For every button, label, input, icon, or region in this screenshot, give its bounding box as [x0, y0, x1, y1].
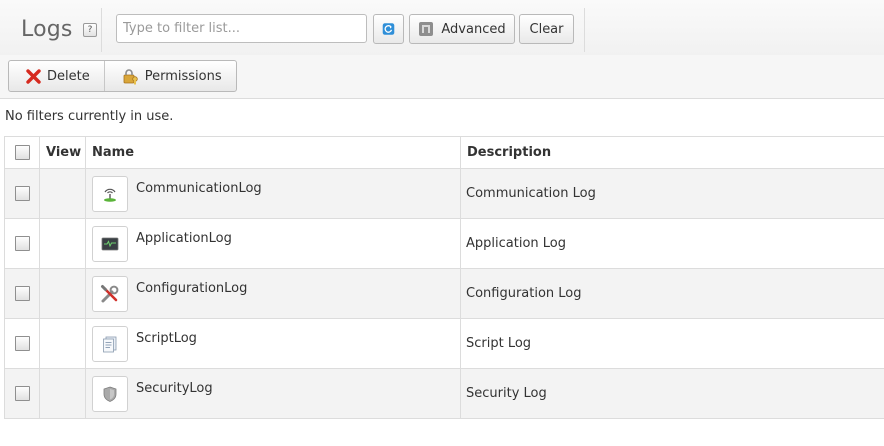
script-icon	[92, 325, 128, 362]
table-row[interactable]: ConfigurationLog Configuration Log	[4, 268, 884, 319]
log-description: Communication Log	[466, 186, 596, 201]
logs-table: View Name Description CommunicationLog C…	[4, 136, 884, 419]
table-row[interactable]: ScriptLog Script Log	[4, 318, 884, 369]
topbar-divider	[584, 8, 585, 52]
select-all-header	[4, 136, 40, 169]
view-cell[interactable]	[39, 218, 86, 269]
row-checkbox[interactable]	[14, 236, 30, 251]
log-name[interactable]: ApplicationLog	[136, 231, 232, 246]
delete-button[interactable]: Delete	[9, 61, 104, 91]
monitor-icon	[92, 225, 128, 262]
title-area: Logs ?	[5, 8, 102, 52]
row-select-cell	[4, 318, 40, 369]
permissions-button[interactable]: Permissions	[103, 61, 236, 91]
permissions-label: Permissions	[144, 68, 222, 84]
view-cell[interactable]	[39, 318, 86, 369]
row-select-cell	[4, 168, 40, 219]
row-select-cell	[4, 268, 40, 319]
description-cell: Security Log	[460, 368, 884, 419]
description-cell: Script Log	[460, 318, 884, 369]
table-row[interactable]: ApplicationLog Application Log	[4, 218, 884, 269]
advanced-button[interactable]: Advanced	[409, 14, 515, 44]
refresh-button[interactable]	[373, 14, 404, 44]
filter-input[interactable]	[116, 14, 367, 43]
top-bar: Logs ? Advanced Clear	[0, 0, 884, 56]
log-name[interactable]: ConfigurationLog	[136, 281, 247, 296]
log-name[interactable]: SecurityLog	[136, 381, 213, 396]
view-cell[interactable]	[39, 168, 86, 219]
row-select-cell	[4, 368, 40, 419]
action-toolbar: Delete Permissions	[0, 55, 884, 99]
view-cell[interactable]	[39, 368, 86, 419]
clear-label: Clear	[529, 21, 564, 37]
log-description: Security Log	[466, 386, 547, 401]
clear-button[interactable]: Clear	[519, 14, 574, 44]
row-checkbox[interactable]	[14, 286, 30, 301]
advanced-label: Advanced	[441, 21, 506, 37]
row-select-cell	[4, 218, 40, 269]
view-cell[interactable]	[39, 268, 86, 319]
log-name[interactable]: CommunicationLog	[136, 181, 262, 196]
name-cell: SecurityLog	[85, 368, 461, 419]
column-header-view[interactable]: View	[39, 136, 86, 169]
description-cell: Application Log	[460, 218, 884, 269]
delete-icon	[26, 68, 41, 84]
table-row[interactable]: CommunicationLog Communication Log	[4, 168, 884, 219]
help-icon[interactable]: ?	[83, 23, 97, 37]
column-header-name[interactable]: Name	[85, 136, 461, 169]
lock-key-icon	[123, 68, 138, 84]
log-name[interactable]: ScriptLog	[136, 331, 197, 346]
table-row[interactable]: SecurityLog Security Log	[4, 368, 884, 419]
refresh-icon	[382, 23, 395, 35]
name-cell: ConfigurationLog	[85, 268, 461, 319]
row-checkbox[interactable]	[14, 336, 30, 351]
table-header-row: View Name Description	[4, 136, 884, 169]
action-button-group: Delete Permissions	[8, 60, 237, 92]
page-title: Logs	[21, 17, 73, 42]
description-cell: Configuration Log	[460, 268, 884, 319]
log-description: Application Log	[466, 236, 566, 251]
antenna-icon	[92, 175, 128, 212]
name-cell: ApplicationLog	[85, 218, 461, 269]
row-checkbox[interactable]	[14, 386, 30, 401]
log-description: Script Log	[466, 336, 532, 351]
name-cell: CommunicationLog	[85, 168, 461, 219]
delete-label: Delete	[47, 68, 90, 84]
shield-icon	[92, 375, 128, 412]
log-description: Configuration Log	[466, 286, 582, 301]
wrench-icon	[92, 275, 128, 312]
select-all-checkbox[interactable]	[14, 145, 30, 160]
row-checkbox[interactable]	[14, 186, 30, 201]
filter-status-text: No filters currently in use.	[5, 109, 174, 124]
advanced-filter-icon	[419, 22, 434, 36]
name-cell: ScriptLog	[85, 318, 461, 369]
description-cell: Communication Log	[460, 168, 884, 219]
column-header-description[interactable]: Description	[460, 136, 884, 169]
